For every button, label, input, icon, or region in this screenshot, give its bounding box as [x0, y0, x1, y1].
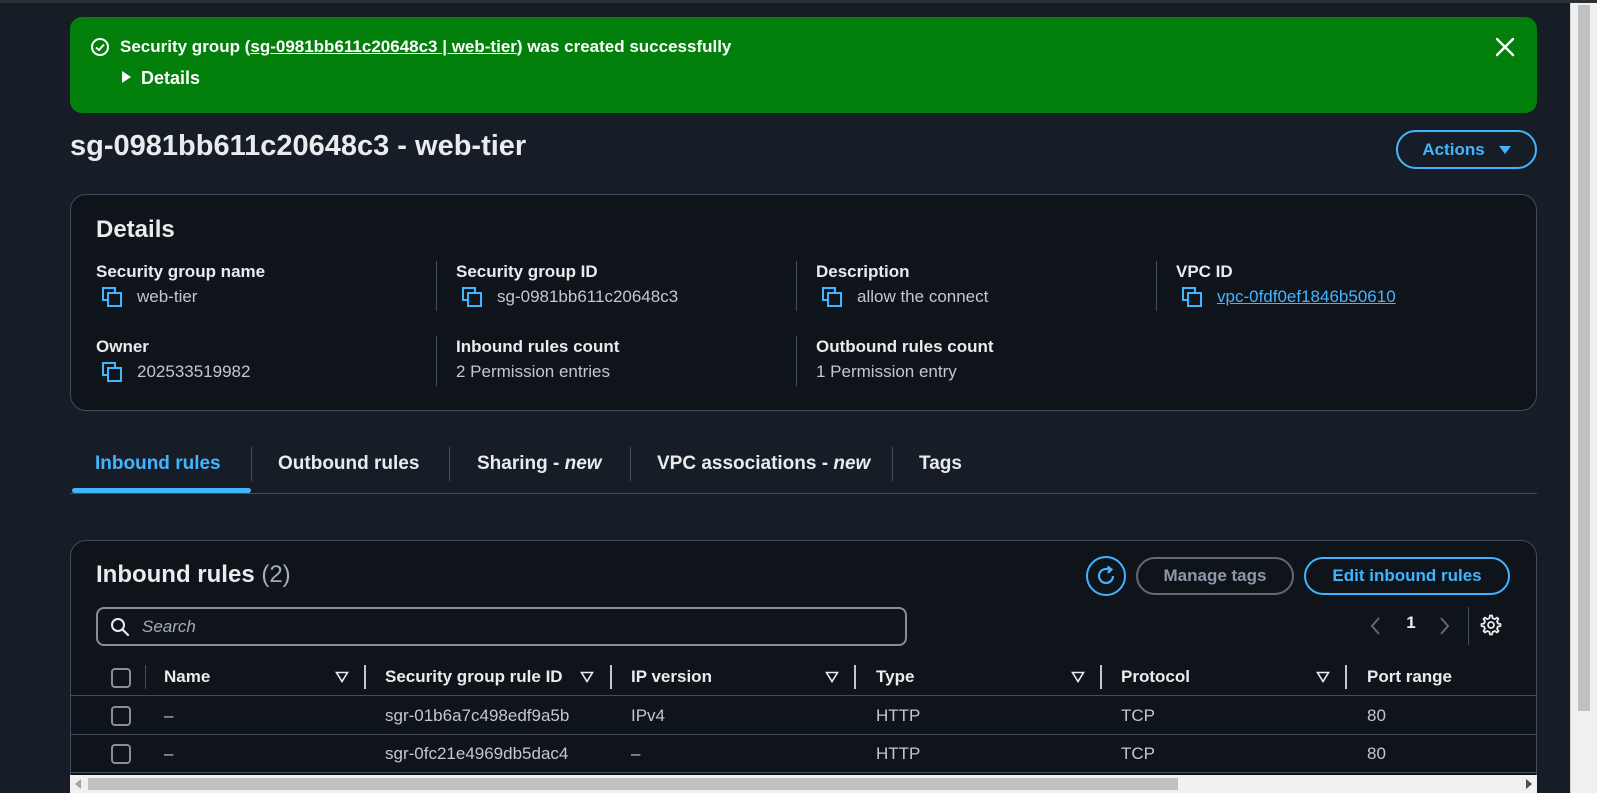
scroll-left-arrow-icon[interactable] [75, 779, 81, 789]
select-all-checkbox[interactable] [111, 668, 131, 688]
table-row[interactable]: – sgr-01b6a7c498edf9a5b IPv4 HTTP TCP 80 [71, 697, 1536, 735]
search-field[interactable] [96, 607, 907, 646]
success-check-icon [91, 38, 109, 56]
column-header-type[interactable]: Type [876, 666, 914, 688]
page: Security group (sg-0981bb611c20648c3 | w… [0, 3, 1570, 793]
field-security-group-name: Security group name web-tier [96, 262, 266, 308]
cell-ip-version: – [631, 744, 641, 763]
divider [796, 261, 797, 311]
cell-port-range: 80 [1367, 744, 1386, 763]
row-checkbox[interactable] [111, 744, 131, 764]
column-header-ip-version[interactable]: IP version [631, 666, 712, 688]
divider [796, 336, 797, 386]
refresh-icon [1097, 565, 1115, 585]
details-panel: Details Security group name web-tier Sec… [70, 194, 1537, 411]
scrollbar-thumb[interactable] [88, 778, 1178, 790]
sort-icon[interactable] [1071, 671, 1085, 683]
scroll-right-arrow-icon[interactable] [1526, 779, 1532, 789]
tab-inbound-rules[interactable]: Inbound rules [95, 444, 221, 490]
page-number[interactable]: 1 [1401, 613, 1421, 633]
scrollbar-thumb[interactable] [1578, 5, 1590, 711]
tab-sharing[interactable]: Sharing - new [477, 444, 602, 490]
copy-icon[interactable] [101, 361, 123, 383]
cell-protocol: TCP [1121, 744, 1155, 763]
gear-icon[interactable] [1479, 613, 1503, 637]
caret-down-icon [1498, 145, 1511, 154]
sort-icon[interactable] [335, 671, 349, 683]
tab-vpc-associations[interactable]: VPC associations - new [657, 444, 870, 490]
field-security-group-id: Security group ID sg-0981bb611c20648c3 [456, 262, 679, 308]
details-title: Details [96, 216, 175, 243]
column-resizer[interactable] [1345, 665, 1347, 689]
divider [436, 336, 437, 386]
page-title: sg-0981bb611c20648c3 - web-tier [70, 130, 527, 162]
cell-rule-id: sgr-0fc21e4969db5dac4 [385, 744, 569, 763]
cell-protocol: TCP [1121, 706, 1155, 725]
flash-message: Security group (sg-0981bb611c20648c3 | w… [120, 37, 732, 56]
search-input[interactable] [142, 614, 882, 640]
close-icon[interactable] [1493, 35, 1517, 59]
sort-icon[interactable] [825, 671, 839, 683]
sort-icon[interactable] [1316, 671, 1330, 683]
row-checkbox[interactable] [111, 706, 131, 726]
copy-icon[interactable] [1181, 286, 1203, 308]
divider [1156, 261, 1157, 311]
cell-port-range: 80 [1367, 706, 1386, 725]
copy-icon[interactable] [101, 286, 123, 308]
tab-separator [630, 447, 631, 481]
column-header-port-range[interactable]: Port range [1367, 666, 1452, 688]
field-owner: Owner 202533519982 [96, 337, 251, 383]
actions-button[interactable]: Actions [1396, 130, 1537, 169]
table-row[interactable]: – sgr-0fc21e4969db5dac4 – HTTP TCP 80 [71, 735, 1536, 773]
tab-tags[interactable]: Tags [919, 444, 962, 490]
cell-name: – [164, 706, 174, 725]
chevron-left-icon[interactable] [1366, 615, 1386, 637]
tab-bar: Inbound rules Outbound rules Sharing - n… [70, 444, 1537, 494]
tab-separator [449, 447, 450, 481]
vertical-scrollbar[interactable] [1570, 3, 1597, 793]
field-outbound-rules-count: Outbound rules count 1 Permission entry [816, 337, 994, 381]
field-vpc-id: VPC ID vpc-0fdf0ef1846b50610 [1176, 262, 1396, 308]
manage-tags-button[interactable]: Manage tags [1136, 557, 1294, 595]
copy-icon[interactable] [821, 286, 843, 308]
cell-ip-version: IPv4 [631, 706, 666, 725]
tab-outbound-rules[interactable]: Outbound rules [278, 444, 419, 490]
tab-separator [251, 447, 252, 481]
caret-right-icon [122, 71, 131, 83]
divider [436, 261, 437, 311]
column-resizer[interactable] [610, 665, 612, 689]
flash-details-toggle[interactable]: Details [122, 67, 200, 89]
cell-type: HTTP [876, 706, 921, 725]
search-icon [111, 618, 130, 637]
column-resizer[interactable] [854, 665, 856, 689]
column-header-rule-id[interactable]: Security group rule ID [385, 666, 563, 688]
horizontal-scrollbar[interactable] [70, 775, 1537, 793]
table-header: Name Security group rule ID IP version T… [71, 659, 1536, 696]
column-header-name[interactable]: Name [164, 666, 210, 688]
cell-name: – [164, 744, 174, 763]
security-group-link[interactable]: sg-0981bb611c20648c3 | web-tier [250, 37, 517, 56]
column-header-protocol[interactable]: Protocol [1121, 666, 1190, 688]
success-flashbar: Security group (sg-0981bb611c20648c3 | w… [70, 17, 1537, 113]
column-separator [145, 665, 146, 689]
edit-inbound-rules-button[interactable]: Edit inbound rules [1304, 557, 1510, 595]
inbound-rules-title: Inbound rules (2) [96, 561, 291, 588]
vpc-id-link[interactable]: vpc-0fdf0ef1846b50610 [1217, 286, 1396, 308]
divider [1468, 607, 1469, 645]
refresh-button[interactable] [1086, 556, 1126, 596]
active-tab-indicator [72, 488, 251, 493]
sort-icon[interactable] [580, 671, 594, 683]
inbound-rules-panel: Inbound rules (2) Manage tags Edit inbou… [70, 540, 1537, 793]
tab-separator [892, 447, 893, 481]
cell-type: HTTP [876, 744, 921, 763]
cell-rule-id: sgr-01b6a7c498edf9a5b [385, 706, 570, 725]
copy-icon[interactable] [461, 286, 483, 308]
field-inbound-rules-count: Inbound rules count 2 Permission entries [456, 337, 620, 381]
chevron-right-icon[interactable] [1434, 615, 1454, 637]
column-resizer[interactable] [364, 665, 366, 689]
field-description: Description allow the connect [816, 262, 989, 308]
column-resizer[interactable] [1100, 665, 1102, 689]
